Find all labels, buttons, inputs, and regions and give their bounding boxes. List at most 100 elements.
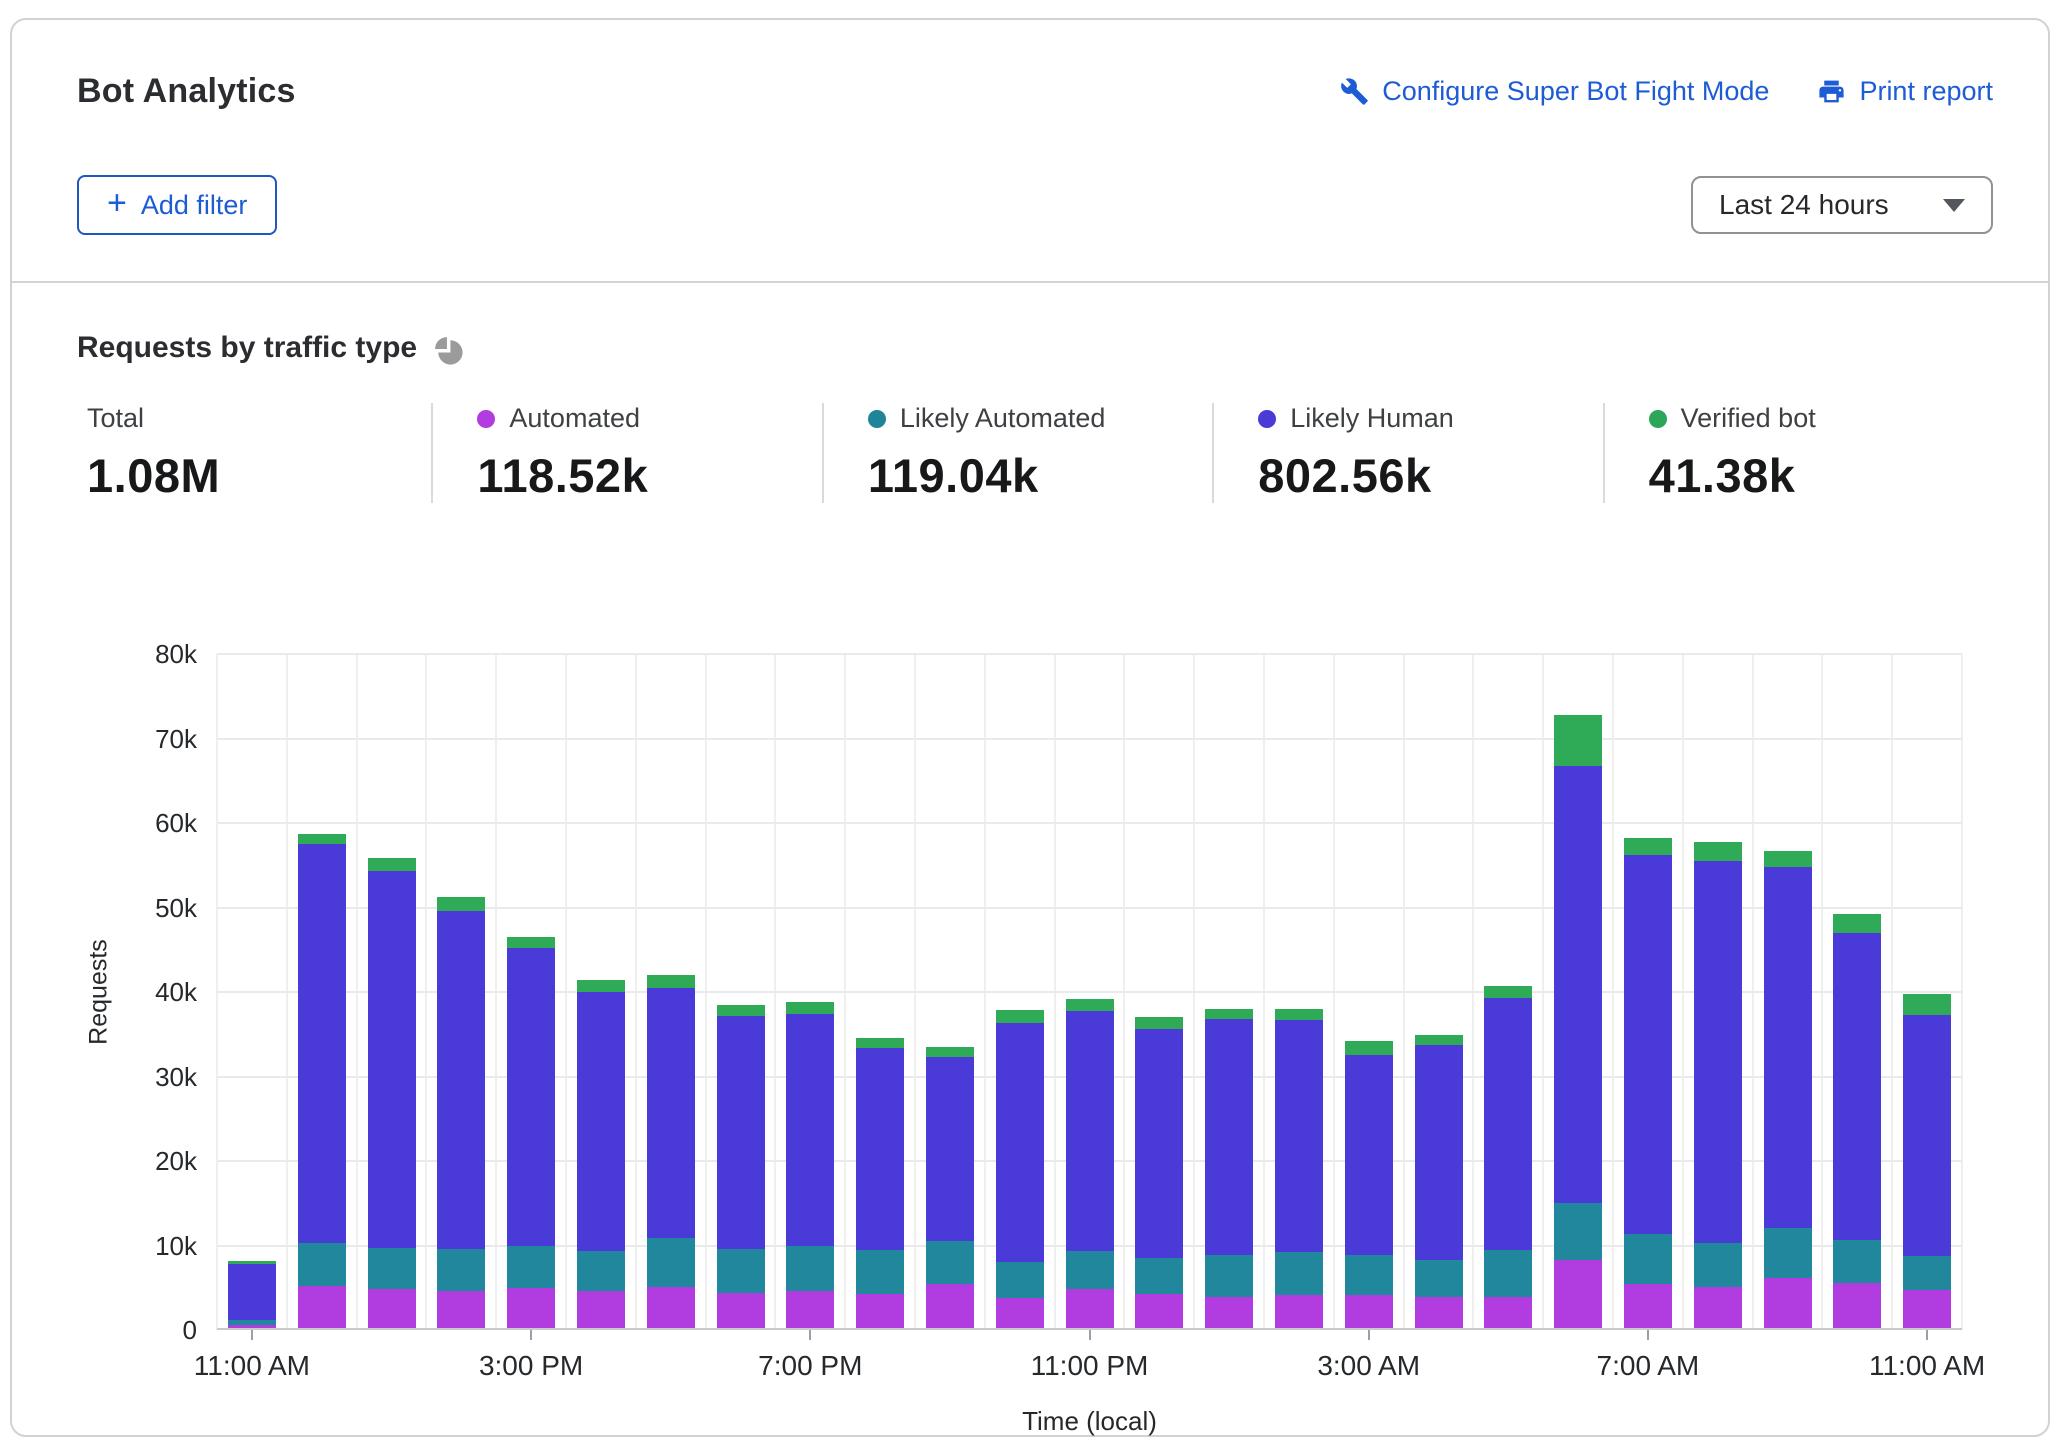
bar-4-00-pm[interactable] [577,980,625,1328]
x-tick-mark [809,1330,811,1340]
bar-segment-likely-human [1694,861,1742,1243]
bar-segment-likely-automated [507,1246,555,1288]
bar-segment-automated [996,1298,1044,1328]
bar-segment-likely-human [1764,867,1812,1229]
bar-segment-verified-bot [1764,851,1812,867]
add-filter-label: Add filter [141,190,248,221]
stat-likely-automated: Likely Automated 119.04k [822,403,1212,503]
x-axis-labels: 11:00 AM3:00 PM7:00 PM11:00 PM3:00 AM7:0… [217,1350,1962,1390]
bar-11-00-am[interactable] [1903,994,1951,1328]
stat-verified-bot: Verified bot 41.38k [1603,403,1993,503]
add-filter-button[interactable]: + Add filter [77,175,277,235]
bar-8-00-am[interactable] [1694,842,1742,1328]
stat-value: 118.52k [477,448,821,503]
bar-segment-automated [1624,1284,1672,1328]
bar-5-00-am[interactable] [1484,986,1532,1328]
print-report-link[interactable]: Print report [1817,76,1993,107]
bar-3-00-am[interactable] [1345,1041,1393,1328]
bot-analytics-card: Bot Analytics Configure Super Bot Fight … [10,18,2050,1437]
bar-segment-likely-human [717,1016,765,1249]
stats-row: Total 1.08M Automated 118.52k Likely Aut… [77,403,1993,503]
x-tick-label: 3:00 PM [479,1350,583,1382]
bar-segment-automated [717,1293,765,1328]
bar-12-00-pm[interactable] [298,834,346,1328]
bar-segment-likely-human [926,1057,974,1241]
bar-2-00-pm[interactable] [437,897,485,1328]
bar-1-00-am[interactable] [1205,1009,1253,1328]
bar-segment-likely-human [1624,855,1672,1234]
bar-1-00-pm[interactable] [368,858,416,1328]
bar-segment-likely-automated [996,1262,1044,1298]
bar-5-00-pm[interactable] [647,975,695,1328]
bar-10-00-pm[interactable] [996,1010,1044,1328]
bar-4-00-am[interactable] [1415,1035,1463,1328]
stat-label: Total [87,403,144,434]
bar-6-00-am[interactable] [1554,715,1602,1328]
y-tick-label: 70k [57,724,197,755]
likely-automated-legend-dot [868,410,886,428]
gridline [217,738,1962,740]
bar-segment-verified-bot [1275,1009,1323,1020]
bar-7-00-pm[interactable] [786,1002,834,1328]
stat-value: 119.04k [868,448,1212,503]
bar-segment-automated [1764,1278,1812,1328]
bar-9-00-am[interactable] [1764,851,1812,1328]
bar-segment-automated [577,1291,625,1328]
x-axis-title: Time (local) [1022,1406,1157,1437]
chevron-down-icon [1943,199,1965,212]
time-range-value: Last 24 hours [1719,189,1889,221]
x-tick-label: 3:00 AM [1317,1350,1420,1382]
bar-segment-automated [1205,1297,1253,1328]
bar-segment-likely-automated [1205,1255,1253,1297]
gridline [217,653,1962,655]
bar-segment-automated [1484,1297,1532,1328]
bar-segment-likely-automated [856,1250,904,1294]
bar-segment-automated [647,1287,695,1328]
likely-human-legend-dot [1258,410,1276,428]
x-axis-line [217,1328,1962,1330]
bar-12-00-am[interactable] [1135,1017,1183,1328]
bar-11-00-pm[interactable] [1066,999,1114,1328]
requests-section: Requests by traffic type Total 1.08M [12,331,2048,503]
bar-10-00-am[interactable] [1833,914,1881,1328]
bar-8-00-pm[interactable] [856,1038,904,1328]
bar-3-00-pm[interactable] [507,937,555,1328]
plus-icon: + [107,186,127,220]
bar-segment-verified-bot [577,980,625,992]
bar-segment-automated [786,1291,834,1328]
bar-segment-automated [1066,1289,1114,1328]
bar-segment-likely-automated [1415,1260,1463,1296]
bar-segment-likely-human [786,1014,834,1246]
bar-segment-verified-bot [298,834,346,844]
bar-segment-automated [1345,1295,1393,1328]
bar-7-00-am[interactable] [1624,838,1672,1328]
bar-segment-likely-automated [1903,1256,1951,1290]
bar-segment-verified-bot [368,858,416,871]
stat-label: Likely Automated [900,403,1106,434]
time-range-dropdown[interactable]: Last 24 hours [1691,176,1993,234]
bar-9-00-pm[interactable] [926,1047,974,1328]
bar-segment-likely-automated [926,1241,974,1284]
bar-6-00-pm[interactable] [717,1005,765,1328]
x-tick-label: 11:00 AM [194,1350,310,1382]
bar-segment-likely-automated [1554,1203,1602,1260]
bar-segment-likely-human [1275,1020,1323,1252]
x-tick-label: 7:00 AM [1597,1350,1700,1382]
bar-11-00-am[interactable] [228,1261,276,1328]
configure-super-bot-fight-mode-link[interactable]: Configure Super Bot Fight Mode [1340,76,1769,107]
bar-segment-likely-automated [1764,1228,1812,1278]
bar-segment-verified-bot [1345,1041,1393,1055]
bar-2-00-am[interactable] [1275,1009,1323,1328]
bar-segment-automated [368,1289,416,1328]
bar-segment-likely-human [647,988,695,1238]
x-tick-label: 11:00 PM [1031,1350,1149,1382]
bar-segment-automated [1275,1295,1323,1328]
bar-segment-likely-human [1833,933,1881,1241]
y-tick-label: 10k [57,1231,197,1262]
plot-area [217,654,1962,1330]
y-tick-label: 0 [57,1315,197,1346]
page-title: Bot Analytics [77,72,296,111]
stat-value: 41.38k [1649,448,1993,503]
bar-segment-likely-human [437,911,485,1249]
y-tick-label: 20k [57,1146,197,1177]
